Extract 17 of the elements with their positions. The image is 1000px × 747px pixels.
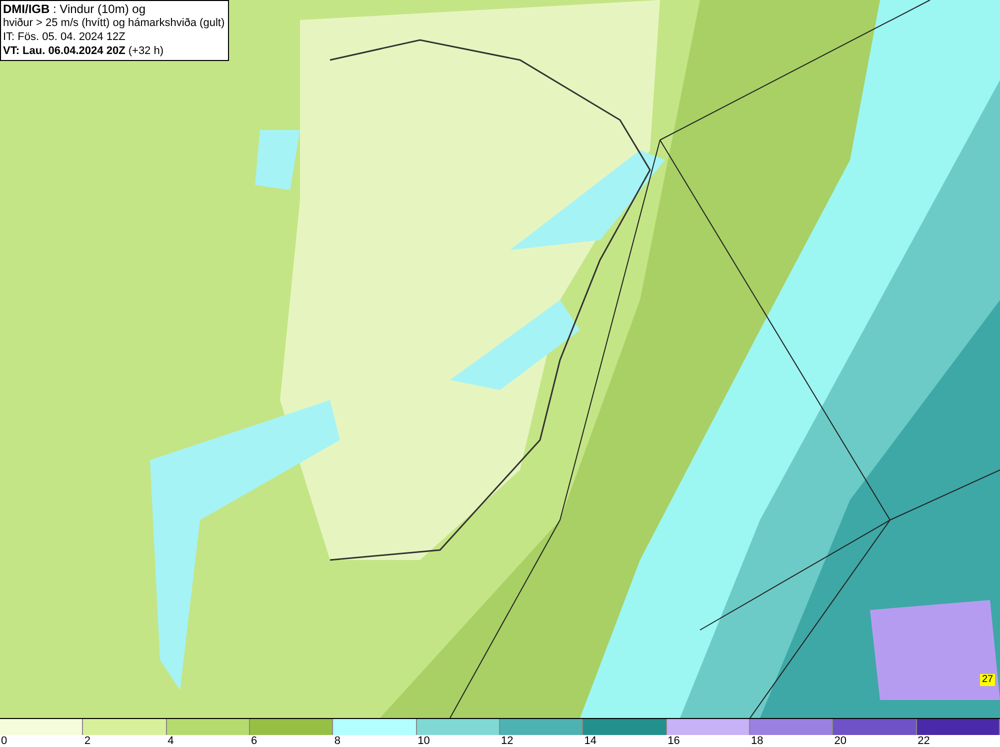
legend-label: 16 [666,735,680,747]
legend-label: 20 [833,735,847,747]
legend-label: 14 [583,735,597,747]
gust-label: 27 [980,674,996,686]
legend-label: 2 [83,735,90,747]
info-text: DMI/IGB : Vindur (10m) og [3,2,146,16]
legend-label: 8 [333,735,340,747]
legend-label: 6 [250,735,258,747]
legend-label: 18 [750,735,764,747]
legend-label: 22 [916,735,930,747]
legend-label: 10 [416,735,430,747]
info-text: VT: Lau. 06.04.2024 20Z (+32 h) [3,44,165,58]
info-text: hviður > 25 m/s (hvítt) og hámarkshviða (gult) [3,16,225,30]
info-text: IT: Fös. 05. 04. 2024 12Z [3,30,126,44]
legend-label: 0 [0,735,8,747]
legend-label: 4 [166,735,174,747]
legend-label: 12 [500,735,514,747]
